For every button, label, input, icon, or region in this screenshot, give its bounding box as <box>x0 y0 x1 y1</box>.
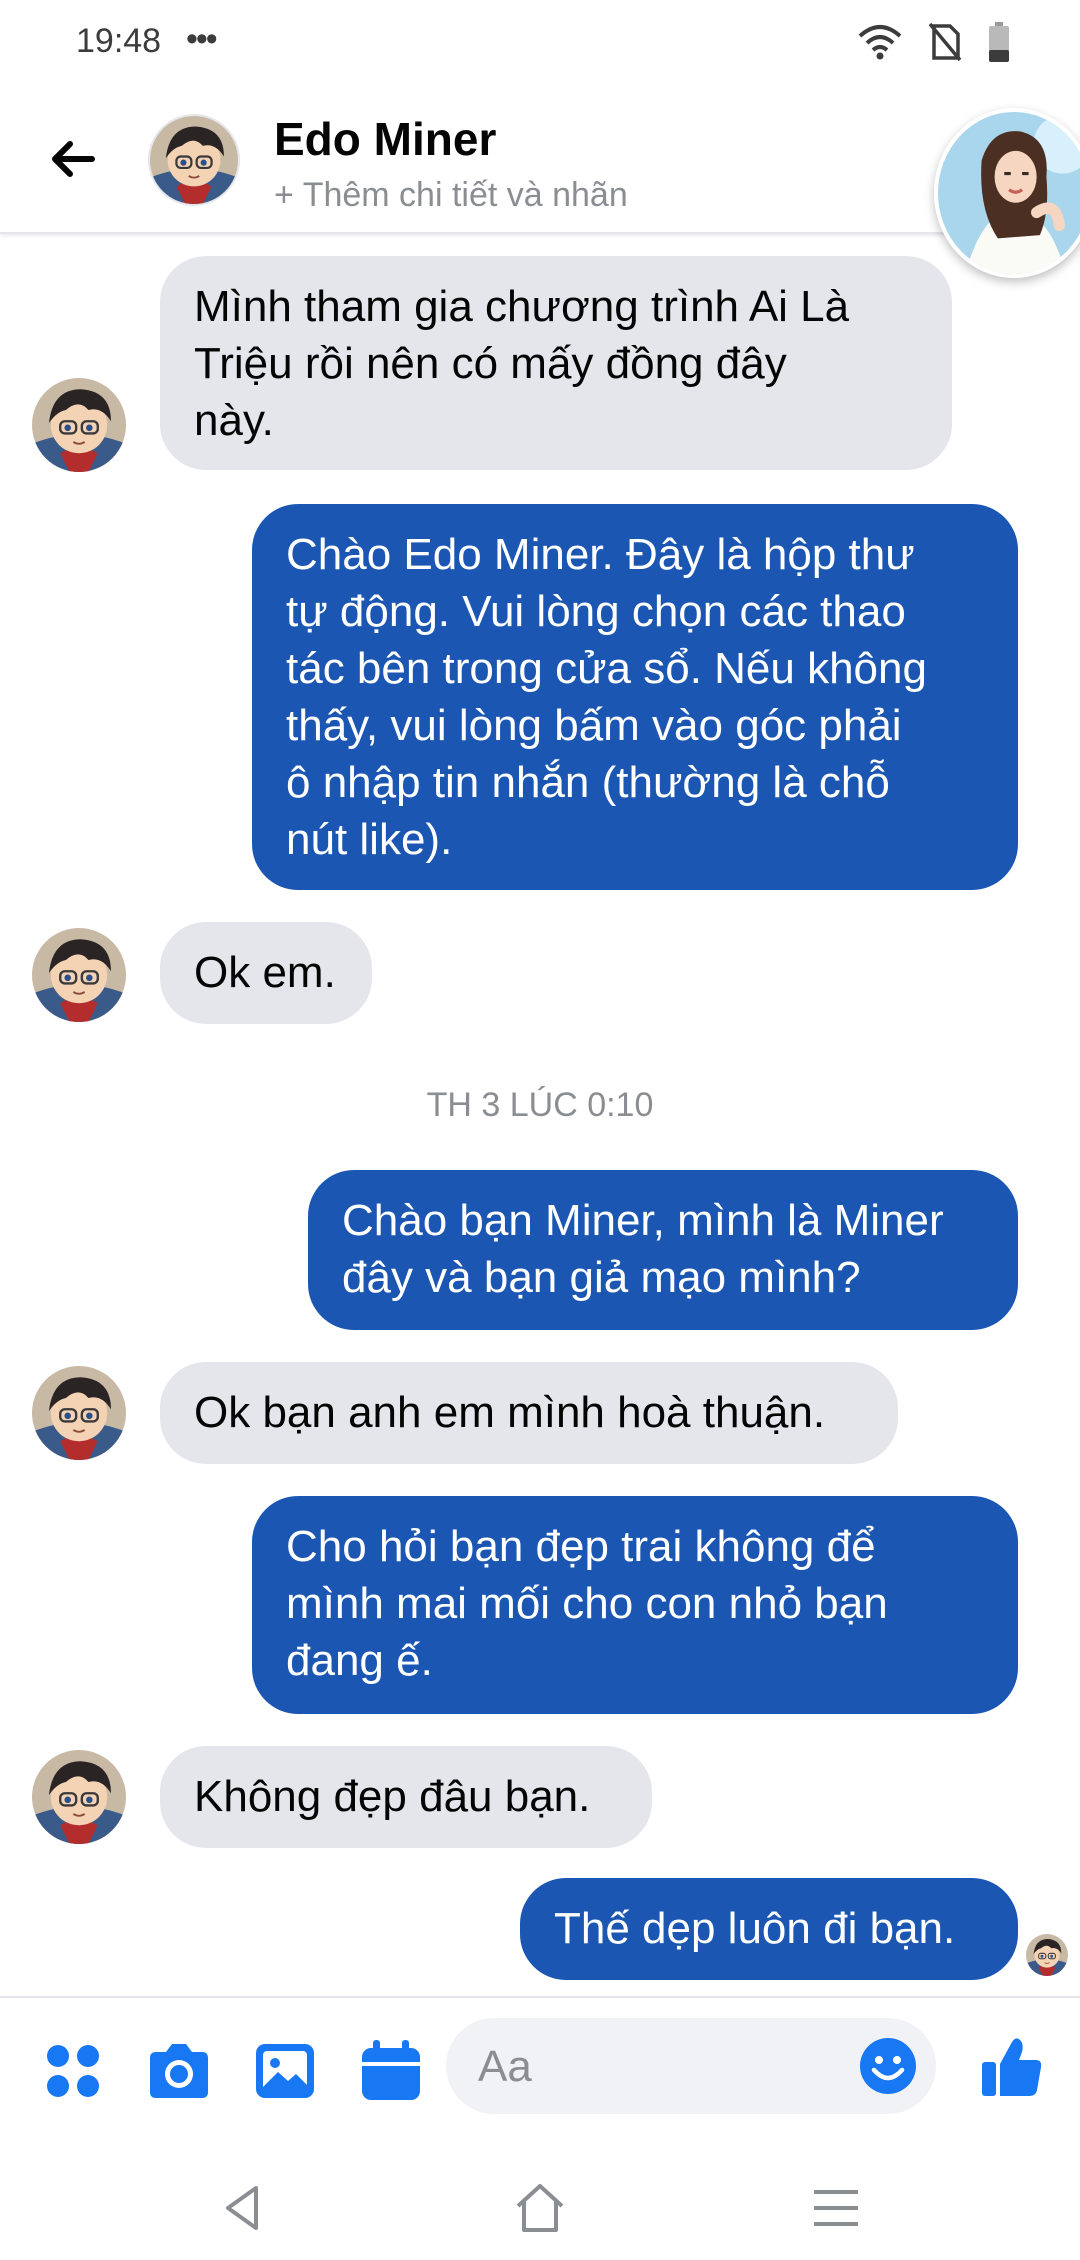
emoji-icon[interactable] <box>858 2036 918 2096</box>
message-line: tác bên trong cửa sổ. Nếu không <box>286 644 927 693</box>
incoming-message[interactable]: Mình tham gia chương trình Ai Là Triệu r… <box>160 256 952 470</box>
incoming-message[interactable]: Ok em. <box>160 922 372 1024</box>
message-line: Chào Edo Miner. Đây là hộp thư <box>286 530 915 579</box>
message-line: này. <box>194 396 274 445</box>
message-input[interactable]: Aa <box>446 2018 936 2114</box>
status-more-dots: ••• <box>186 20 218 58</box>
outgoing-message[interactable]: Cho hỏi bạn đẹp trai không để mình mai m… <box>252 1496 1018 1714</box>
message-line: thấy, vui lòng bấm vào góc phải <box>286 701 902 750</box>
message-line: đang ế. <box>286 1636 433 1685</box>
message-line: Triệu rồi nên có mấy đồng đây <box>194 339 787 388</box>
system-navigation-bar <box>0 2144 1080 2260</box>
camera-icon[interactable] <box>146 2038 212 2104</box>
outgoing-message[interactable]: Thế dẹp luôn đi bạn. <box>520 1878 1018 1980</box>
gallery-icon[interactable] <box>252 2038 318 2104</box>
nav-menu-icon[interactable] <box>806 2180 866 2236</box>
incoming-message[interactable]: Không đẹp đâu bạn. <box>160 1746 652 1848</box>
timestamp-divider: TH 3 LÚC 0:10 <box>426 1086 654 1124</box>
message-composer: Aa <box>0 1996 1080 2146</box>
add-details-link[interactable]: + Thêm chi tiết và nhãn <box>274 176 628 215</box>
message-line: Ok em. <box>194 948 336 997</box>
conversation-header: Edo Miner + Thêm chi tiết và nhãn <box>0 90 1080 234</box>
message-thread[interactable]: Mình tham gia chương trình Ai Là Triệu r… <box>0 234 1080 1996</box>
status-icons <box>858 22 1010 62</box>
nav-home-icon[interactable] <box>510 2180 570 2236</box>
message-line: Thế dẹp luôn đi bạn. <box>554 1904 956 1953</box>
apps-icon[interactable] <box>40 2038 106 2104</box>
no-sim-icon <box>928 22 962 62</box>
message-line: ô nhập tin nhắn (thường là chỗ <box>286 758 890 807</box>
message-line: Ok bạn anh em mình hoà thuận. <box>194 1388 826 1437</box>
status-time: 19:48 <box>76 22 162 60</box>
sender-avatar[interactable] <box>32 1750 126 1844</box>
message-line: Mình tham gia chương trình Ai Là <box>194 282 850 331</box>
message-input-placeholder: Aa <box>478 2042 532 2091</box>
sender-avatar[interactable] <box>32 378 126 472</box>
contact-name[interactable]: Edo Miner <box>274 112 496 166</box>
wifi-icon <box>858 25 902 60</box>
message-line: tự động. Vui lòng chọn các thao <box>286 587 906 636</box>
message-line: đây và bạn giả mạo mình? <box>342 1253 861 1302</box>
battery-icon <box>989 22 1009 62</box>
like-icon[interactable] <box>980 2034 1044 2100</box>
outgoing-message[interactable]: Chào Edo Miner. Đây là hộp thư tự động. … <box>252 504 1018 890</box>
outgoing-message[interactable]: Chào bạn Miner, mình là Miner đây và bạn… <box>308 1170 1018 1330</box>
nav-back-icon[interactable] <box>214 2180 274 2236</box>
message-line: Cho hỏi bạn đẹp trai không để <box>286 1522 876 1571</box>
message-line: nút like). <box>286 815 453 864</box>
message-line: Không đẹp đâu bạn. <box>194 1772 591 1821</box>
contact-avatar[interactable] <box>150 116 238 204</box>
back-arrow-icon[interactable] <box>48 134 98 184</box>
sender-avatar[interactable] <box>32 1366 126 1460</box>
seen-indicator-avatar <box>1026 1934 1068 1976</box>
message-line: Chào bạn Miner, mình là Miner <box>342 1196 944 1245</box>
incoming-message[interactable]: Ok bạn anh em mình hoà thuận. <box>160 1362 898 1464</box>
chat-head-bubble[interactable] <box>934 108 1080 278</box>
sender-avatar[interactable] <box>32 928 126 1022</box>
status-bar: 19:48 ••• <box>0 0 1080 90</box>
calendar-icon[interactable] <box>358 2038 424 2104</box>
message-line: mình mai mối cho con nhỏ bạn <box>286 1579 888 1628</box>
